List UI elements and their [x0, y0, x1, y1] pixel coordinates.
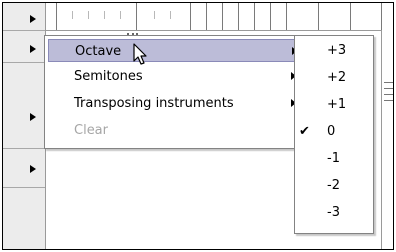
- submenu-item-0[interactable]: ✔ 0: [297, 120, 371, 146]
- menu-item-label: Transposing instruments: [74, 96, 234, 111]
- submenu-item-label: -3: [327, 205, 340, 220]
- submenu-item-label: +2: [327, 70, 347, 85]
- row-divider: [3, 30, 45, 31]
- mouse-pointer-icon: [133, 43, 147, 65]
- editor-window: Octave Semitones Transposing instruments…: [2, 2, 394, 250]
- grid-tick: [104, 11, 105, 19]
- grid-line: [206, 3, 207, 30]
- menu-item-label: Octave: [75, 44, 122, 59]
- row-divider: [3, 187, 45, 188]
- submenu-item-plus-2[interactable]: +2: [297, 66, 371, 92]
- grid-line: [136, 3, 137, 30]
- hash-mark: [384, 94, 393, 95]
- submenu-item-label: +1: [327, 97, 347, 112]
- grid-line: [222, 3, 223, 30]
- grid-tick: [72, 11, 73, 19]
- grid-right-strip: [381, 30, 393, 249]
- submenu-item-minus-3[interactable]: -3: [297, 201, 371, 227]
- grid-tick: [120, 11, 121, 19]
- submenu-item-plus-1[interactable]: +1: [297, 93, 371, 119]
- submenu-item-label: +3: [327, 43, 347, 58]
- context-menu: Octave Semitones Transposing instruments…: [44, 35, 308, 149]
- track-arrow-column: [3, 3, 46, 249]
- hash-mark: [384, 100, 393, 101]
- menu-item-clear: Clear: [48, 119, 304, 142]
- hash-mark: [384, 82, 393, 83]
- menu-item-semitones[interactable]: Semitones: [48, 65, 304, 88]
- menu-item-octave[interactable]: Octave: [48, 39, 304, 62]
- row-expand-arrow-icon[interactable]: [30, 165, 36, 173]
- grid-tick: [170, 11, 171, 19]
- octave-submenu: +3 +2 +1 ✔ 0 -1 -2 -3: [294, 35, 374, 234]
- grid-line: [381, 3, 382, 30]
- row-divider: [3, 62, 45, 63]
- submenu-item-minus-1[interactable]: -1: [297, 147, 371, 173]
- row-expand-arrow-icon[interactable]: [30, 15, 36, 23]
- menu-item-transposing-instruments[interactable]: Transposing instruments: [48, 92, 304, 115]
- checkmark-icon: ✔: [299, 124, 310, 139]
- hash-mark: [384, 88, 393, 89]
- grid-ruler: [46, 3, 393, 31]
- menu-item-label: Semitones: [74, 69, 143, 84]
- grid-line: [56, 3, 57, 30]
- submenu-item-label: -2: [327, 178, 340, 193]
- submenu-item-plus-3[interactable]: +3: [297, 39, 371, 65]
- grid-line: [286, 3, 287, 30]
- menu-item-label: Clear: [74, 123, 108, 138]
- grid-line: [190, 3, 191, 30]
- grid-line: [254, 3, 255, 30]
- submenu-item-minus-2[interactable]: -2: [297, 174, 371, 200]
- row-expand-arrow-icon[interactable]: [30, 113, 36, 121]
- row-expand-arrow-icon[interactable]: [30, 45, 36, 53]
- grid-tick: [154, 11, 155, 19]
- grid-tick: [88, 11, 89, 19]
- grid-line: [238, 3, 239, 30]
- submenu-item-label: -1: [327, 151, 340, 166]
- submenu-item-label: 0: [327, 124, 336, 139]
- row-divider: [3, 148, 45, 149]
- grid-line: [350, 3, 351, 30]
- grid-line: [270, 3, 271, 30]
- grid-line: [318, 3, 319, 30]
